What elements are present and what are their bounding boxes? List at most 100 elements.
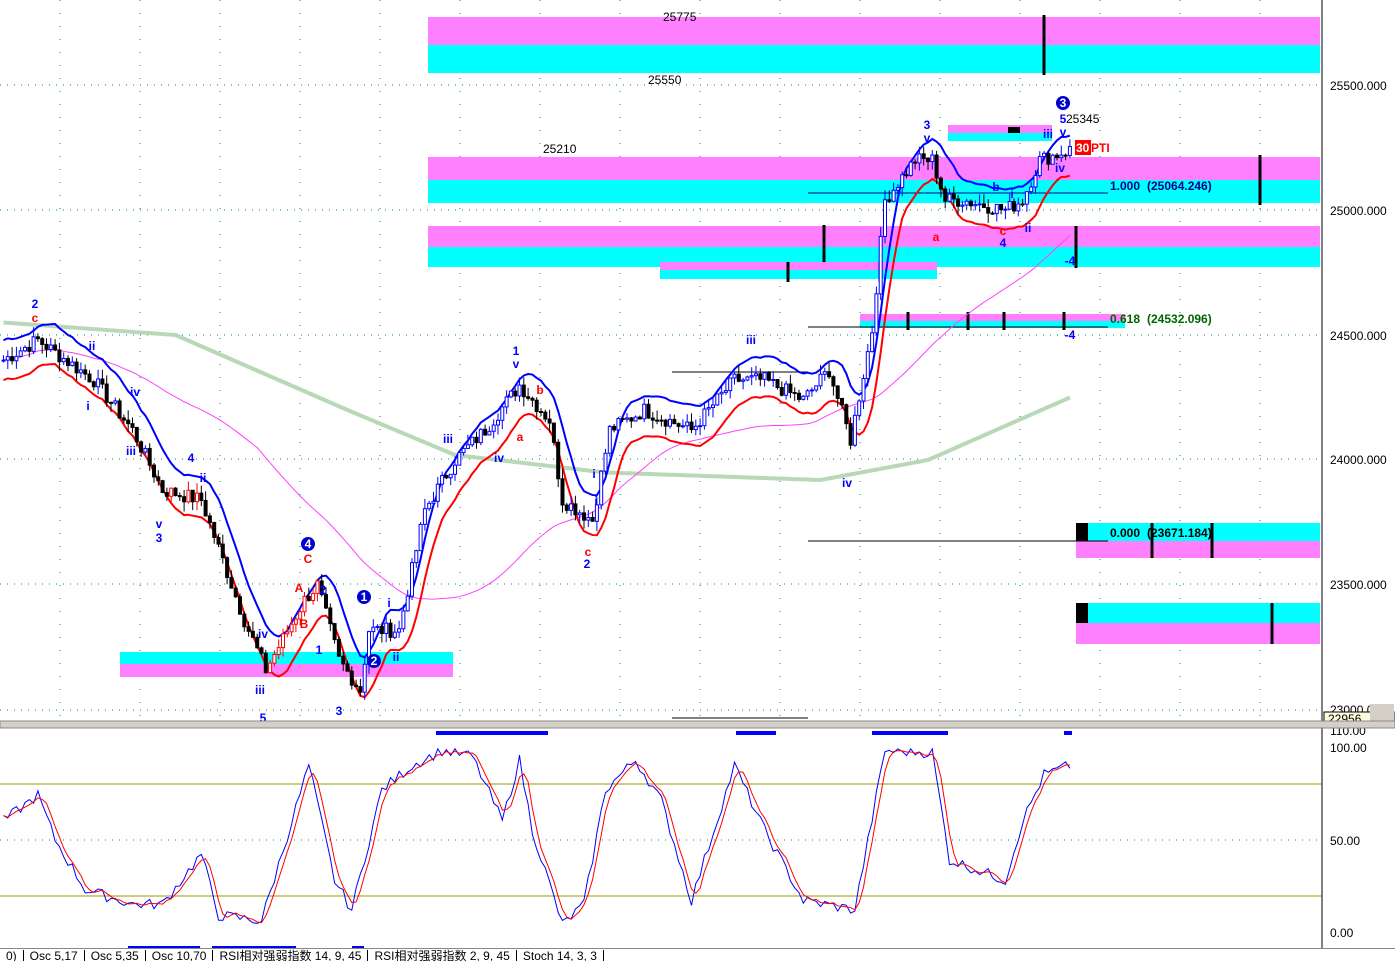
candle-body xyxy=(543,411,548,420)
candle-body xyxy=(121,417,126,421)
candle-body xyxy=(216,536,221,545)
candle-body xyxy=(586,516,591,521)
candle-body xyxy=(220,543,225,559)
wave-label: v xyxy=(924,131,931,145)
candle-body xyxy=(87,373,92,383)
candle-body xyxy=(487,430,492,436)
tab[interactable]: Osc 5,17 xyxy=(24,950,85,961)
candle-body xyxy=(293,618,298,625)
price-chart[interactable]: 25775 25550 25210 25345 1.000 (25064.246)… xyxy=(0,0,1395,948)
candle-body xyxy=(418,523,423,552)
candle-body xyxy=(100,378,105,385)
candle-body xyxy=(379,625,384,634)
candle-body xyxy=(788,383,793,394)
candle-body xyxy=(233,587,238,598)
candle-body xyxy=(900,174,905,189)
tab[interactable]: RSI相对强弱指数 2, 9, 45 xyxy=(368,950,517,961)
candle-body xyxy=(969,200,973,207)
candle-body xyxy=(35,336,40,340)
candle-body xyxy=(453,464,457,475)
candle-body xyxy=(663,419,668,427)
candle-body xyxy=(539,411,543,414)
candle-body xyxy=(448,473,453,479)
tab[interactable]: RSI相对强弱指数 14, 9, 45 xyxy=(213,950,369,961)
candle-body xyxy=(603,452,608,472)
candle-body xyxy=(470,436,475,446)
candle-body xyxy=(801,395,806,400)
candle-body xyxy=(500,406,505,421)
candle-body xyxy=(48,344,53,350)
candle-body xyxy=(758,373,763,380)
candle-body xyxy=(431,500,436,504)
wave-label: v xyxy=(513,357,520,371)
candle-body xyxy=(904,174,909,177)
candle-body xyxy=(1,359,6,362)
axis-tick: 24500.000 xyxy=(1330,329,1387,343)
candle-body xyxy=(177,495,182,498)
candle-body xyxy=(960,204,965,207)
candle-body xyxy=(706,407,711,410)
candle-body xyxy=(1042,152,1047,158)
axis-tick: 25500.000 xyxy=(1330,79,1387,93)
svg-text:0.000: 0.000 xyxy=(1110,526,1140,540)
candle-body xyxy=(1050,154,1055,165)
wave-label: b xyxy=(536,383,543,397)
candle-body xyxy=(504,396,509,408)
candle-body xyxy=(405,595,410,612)
wave-label: ii xyxy=(393,650,400,664)
tab[interactable]: Osc 10,70 xyxy=(146,950,214,961)
candle-body xyxy=(917,153,922,164)
candle-body xyxy=(582,512,586,521)
wave-label: iv xyxy=(842,476,852,490)
candle-body xyxy=(534,399,539,413)
candle-body xyxy=(152,464,156,478)
candle-body xyxy=(182,496,187,503)
candle-body xyxy=(91,381,96,388)
wave-label: iii xyxy=(1043,127,1053,141)
candle-body xyxy=(689,421,694,431)
candle-body xyxy=(741,379,746,382)
candle-body xyxy=(225,557,230,578)
zone-band xyxy=(1076,541,1320,558)
candle-body xyxy=(263,652,268,674)
wave-label: a xyxy=(933,230,940,244)
candle-body xyxy=(702,408,707,427)
pane-splitter[interactable] xyxy=(0,720,1395,729)
candle-body xyxy=(827,371,832,378)
zone-label: 25345 xyxy=(1066,112,1100,126)
candle-body xyxy=(435,483,440,502)
axis-tick: 24000.000 xyxy=(1330,453,1387,467)
candle-body xyxy=(599,470,604,506)
tab-stoch[interactable]: Stoch 14, 3, 3 xyxy=(516,950,604,961)
candle-body xyxy=(633,416,638,422)
candle-body xyxy=(775,379,780,389)
wave-label: B xyxy=(300,617,309,631)
candle-body xyxy=(809,389,814,392)
tab[interactable]: Osc 5,35 xyxy=(85,950,146,961)
wave-circle-label: 3 xyxy=(1060,96,1067,110)
candle-body xyxy=(771,379,776,382)
svg-text:(24532.096): (24532.096) xyxy=(1147,312,1212,326)
wave-label: 2 xyxy=(584,557,591,571)
candle-body xyxy=(156,476,161,482)
candle-body xyxy=(857,400,862,416)
candle-body xyxy=(852,414,857,446)
candle-body xyxy=(160,480,165,494)
candle-body xyxy=(547,418,552,424)
wave-label: iii xyxy=(255,683,265,697)
wave-label: 3 xyxy=(924,118,931,132)
candle-body xyxy=(31,336,36,352)
axis-tick: 25000.000 xyxy=(1330,204,1387,218)
candle-body xyxy=(835,385,840,399)
candle-body xyxy=(5,356,10,361)
candle-body xyxy=(848,423,853,446)
candle-body xyxy=(590,516,595,522)
wave-label: iv xyxy=(1055,161,1065,175)
tab[interactable]: 0) xyxy=(0,950,24,961)
zone-band xyxy=(428,226,1320,247)
price-axis[interactable]: 25500.000 25000.000 24500.000 24000.000 … xyxy=(1321,0,1395,948)
candle-body xyxy=(422,508,427,525)
zone-band xyxy=(1076,603,1320,623)
scale-icon[interactable] xyxy=(1370,704,1394,722)
wave-circle-label: 4 xyxy=(305,537,312,551)
